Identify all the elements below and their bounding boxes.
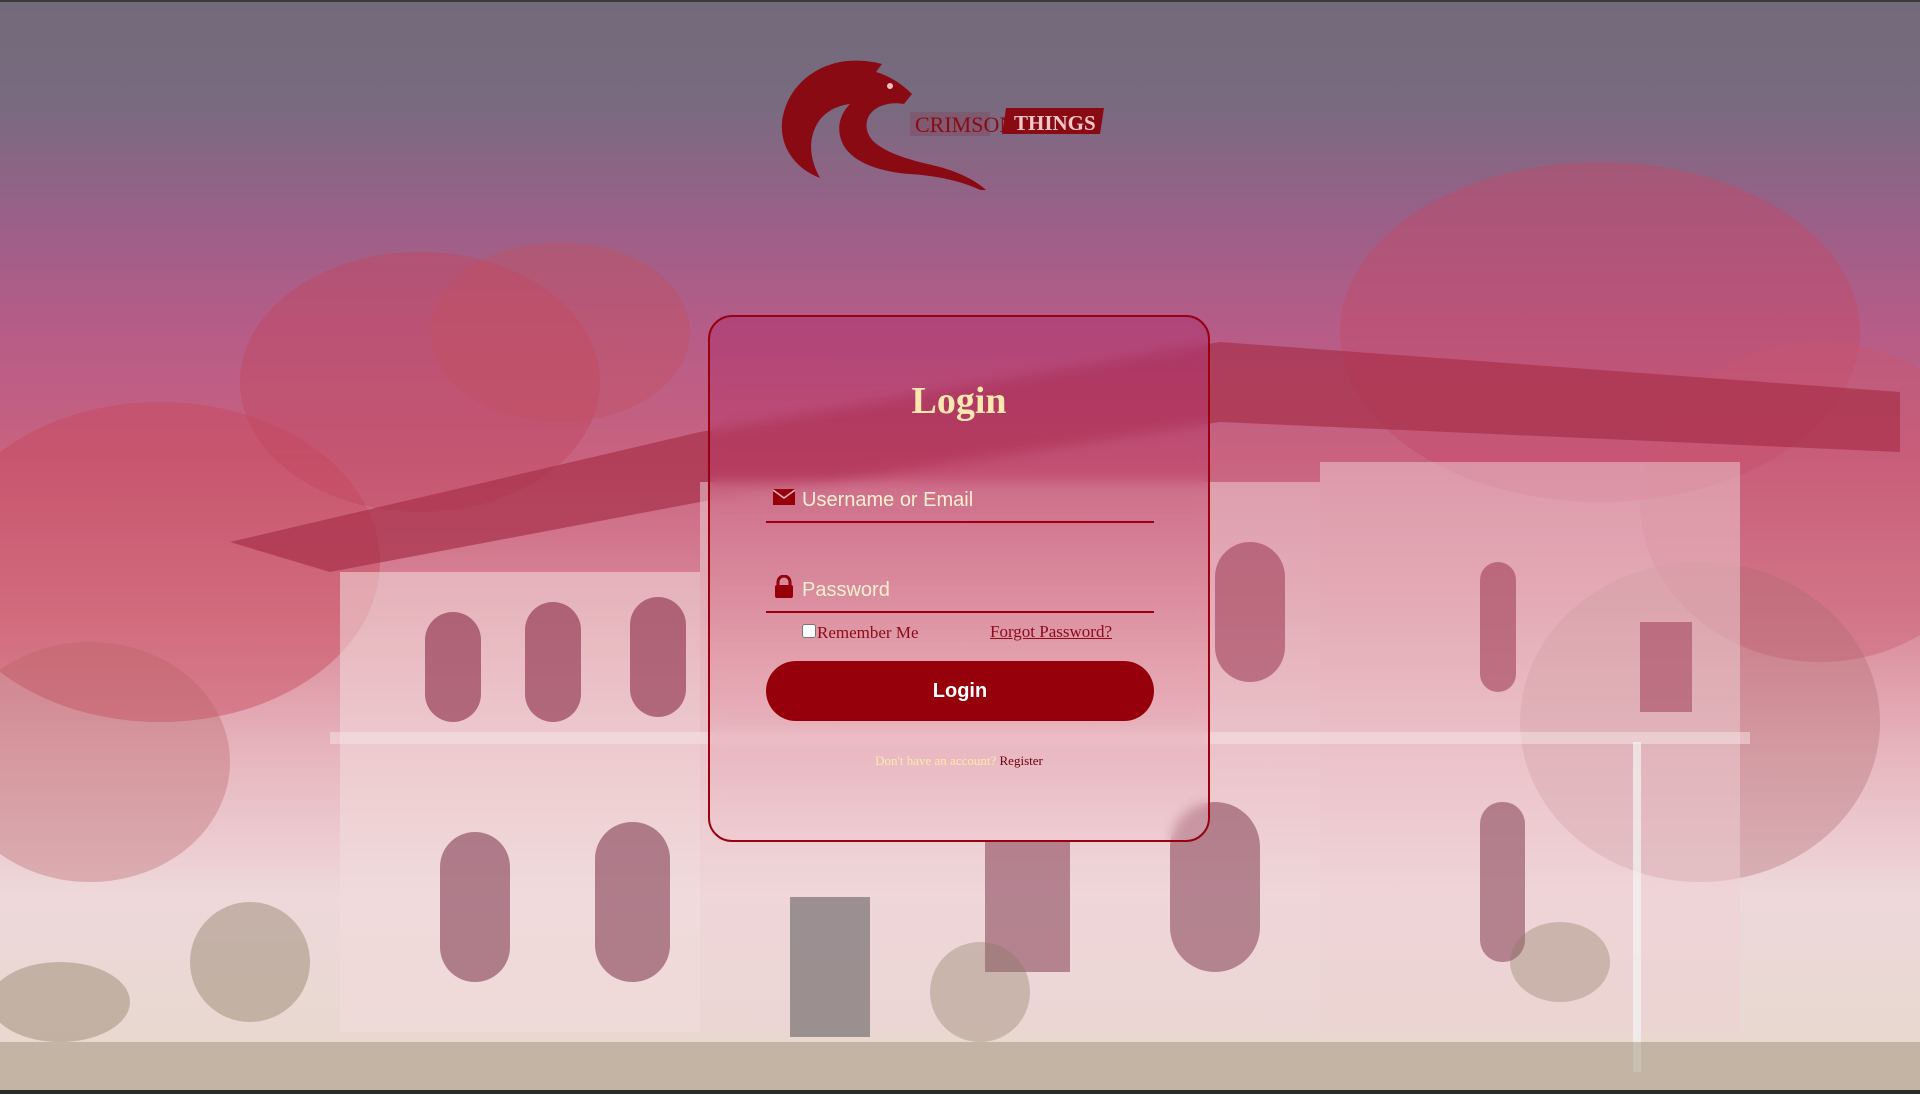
login-title: Login bbox=[911, 380, 1007, 422]
username-field bbox=[766, 477, 1154, 523]
remember-me-checkbox[interactable] bbox=[802, 624, 816, 638]
logo-text-things: THINGS bbox=[1014, 111, 1096, 135]
password-field bbox=[766, 567, 1154, 613]
lock-icon bbox=[772, 574, 796, 599]
brand-logo[interactable]: CRIMSON THINGS bbox=[770, 50, 1110, 196]
password-input[interactable] bbox=[800, 573, 1144, 607]
login-button[interactable]: Login bbox=[766, 661, 1154, 721]
login-card: Login Remember Me Forgot Password? Login… bbox=[708, 315, 1210, 842]
logo-text-crimson: CRIMSON bbox=[915, 112, 1015, 137]
remember-me-label: Remember Me bbox=[817, 623, 919, 642]
envelope-icon bbox=[772, 485, 796, 509]
forgot-password-link[interactable]: Forgot Password? bbox=[990, 622, 1112, 642]
remember-me[interactable]: Remember Me bbox=[802, 622, 919, 644]
username-input[interactable] bbox=[800, 483, 1144, 517]
bottom-border bbox=[0, 1090, 1920, 1094]
register-link[interactable]: Register bbox=[1000, 753, 1043, 768]
register-prompt: Don't have an account? Register bbox=[710, 753, 1208, 769]
no-account-text: Don't have an account? bbox=[875, 753, 997, 768]
